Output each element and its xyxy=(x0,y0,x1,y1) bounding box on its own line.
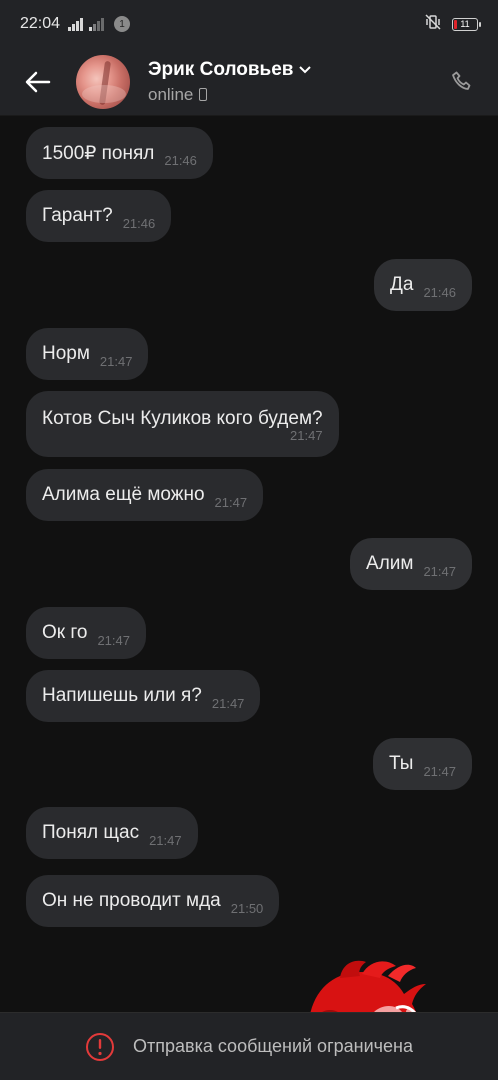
avatar[interactable] xyxy=(76,54,130,109)
phone-icon xyxy=(199,88,208,101)
message-time: 21:47 xyxy=(99,353,133,369)
message-text: Напишешь или я? xyxy=(42,685,202,706)
signal-icon xyxy=(68,17,84,31)
message-text: 1500₽ понял xyxy=(42,142,155,164)
message-text: Ок го xyxy=(42,622,88,643)
message-bubble[interactable]: Гарант? 21:46 xyxy=(26,190,172,242)
contact-name-row[interactable]: Эрик Соловьев xyxy=(148,58,312,81)
signal-2-icon xyxy=(89,17,105,31)
message-text: Гарант? xyxy=(42,205,113,226)
notification-badge: 1 xyxy=(114,16,131,32)
message-bubble[interactable]: Да 21:46 xyxy=(374,259,472,311)
message-text: Он не проводит мда xyxy=(42,890,221,911)
message-text: Понял щас xyxy=(42,822,140,843)
presence-status: online xyxy=(148,84,194,104)
chat-header: Эрик Соловьев online xyxy=(0,48,498,116)
message-bubble[interactable]: Ок го 21:47 xyxy=(26,607,146,659)
message-time: 21:46 xyxy=(164,152,197,168)
contact-info[interactable]: Эрик Соловьев online xyxy=(148,58,312,105)
message-text: Да xyxy=(390,274,414,295)
battery-level: 11 xyxy=(460,19,470,29)
message-bubble[interactable]: Алим 21:47 xyxy=(350,538,472,590)
status-bar: 22:04 1 11 xyxy=(0,0,498,48)
input-restricted-bar: Отправка сообщений ограничена xyxy=(0,1012,498,1080)
message-bubble[interactable]: Норм 21:47 xyxy=(26,328,149,380)
message-list[interactable]: 1500₽ понял 21:46 Гарант? 21:46 Да 21:46 Но… xyxy=(0,116,498,1012)
message-text: Ты xyxy=(389,753,414,774)
message-bubble[interactable]: Ты 21:47 xyxy=(373,738,472,790)
message-time: 21:47 xyxy=(423,763,456,779)
message-bubble[interactable]: Напишешь или я? 21:47 xyxy=(26,670,261,722)
message-time: 21:47 xyxy=(149,832,182,848)
battery-icon: 11 xyxy=(452,17,481,31)
message-text: Котов Сыч Куликов кого будем? xyxy=(42,407,323,429)
message-time: 21:47 xyxy=(423,563,456,579)
message-bubble[interactable]: Алима ещё можно 21:47 xyxy=(26,469,264,521)
message-time: 21:50 xyxy=(230,900,264,916)
message-text: Алима ещё можно xyxy=(42,484,205,505)
presence-row: online xyxy=(148,85,311,105)
call-icon xyxy=(452,71,471,90)
vibrate-off-icon xyxy=(424,13,442,35)
contact-name: Эрик Соловьев xyxy=(148,58,294,80)
message-bubble[interactable]: Он не проводит мда 21:50 xyxy=(26,875,280,927)
battery-fill xyxy=(454,19,457,29)
sticker-image[interactable] xyxy=(300,954,430,1012)
message-time: 21:46 xyxy=(122,215,156,231)
message-text: Норм xyxy=(42,343,90,364)
message-time: 21:47 xyxy=(214,494,248,510)
message-time: 21:47 xyxy=(97,632,130,648)
chevron-down-icon xyxy=(299,65,312,73)
call-button[interactable] xyxy=(442,62,482,102)
back-button[interactable] xyxy=(16,60,60,104)
message-bubble[interactable]: Понял щас 21:47 xyxy=(26,807,198,859)
message-time: 21:47 xyxy=(211,695,245,711)
warning-icon xyxy=(86,1032,114,1061)
message-time: 21:47 xyxy=(290,427,323,443)
message-time: 21:46 xyxy=(423,284,456,300)
message-bubble[interactable]: 1500₽ понял 21:46 xyxy=(26,127,213,179)
message-bubble[interactable]: Котов Сыч Куликов кого будем? 21:47 xyxy=(26,391,339,457)
status-time: 22:04 xyxy=(20,15,61,32)
message-text: Алим xyxy=(366,553,414,574)
arrow-left-icon xyxy=(25,71,51,92)
restriction-message: Отправка сообщений ограничена xyxy=(133,1036,413,1056)
